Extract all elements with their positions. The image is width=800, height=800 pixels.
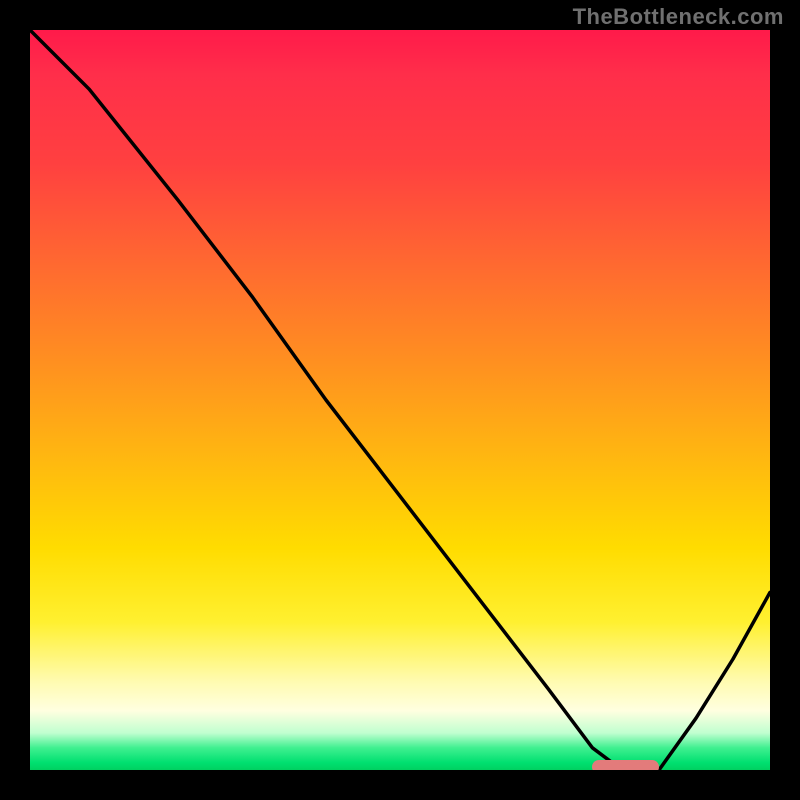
- optimal-range-marker: [592, 760, 659, 770]
- chart-frame: TheBottleneck.com: [0, 0, 800, 800]
- bottleneck-curve: [30, 30, 770, 770]
- watermark-text: TheBottleneck.com: [573, 4, 784, 30]
- plot-area: [30, 30, 770, 770]
- curve-layer: [30, 30, 770, 770]
